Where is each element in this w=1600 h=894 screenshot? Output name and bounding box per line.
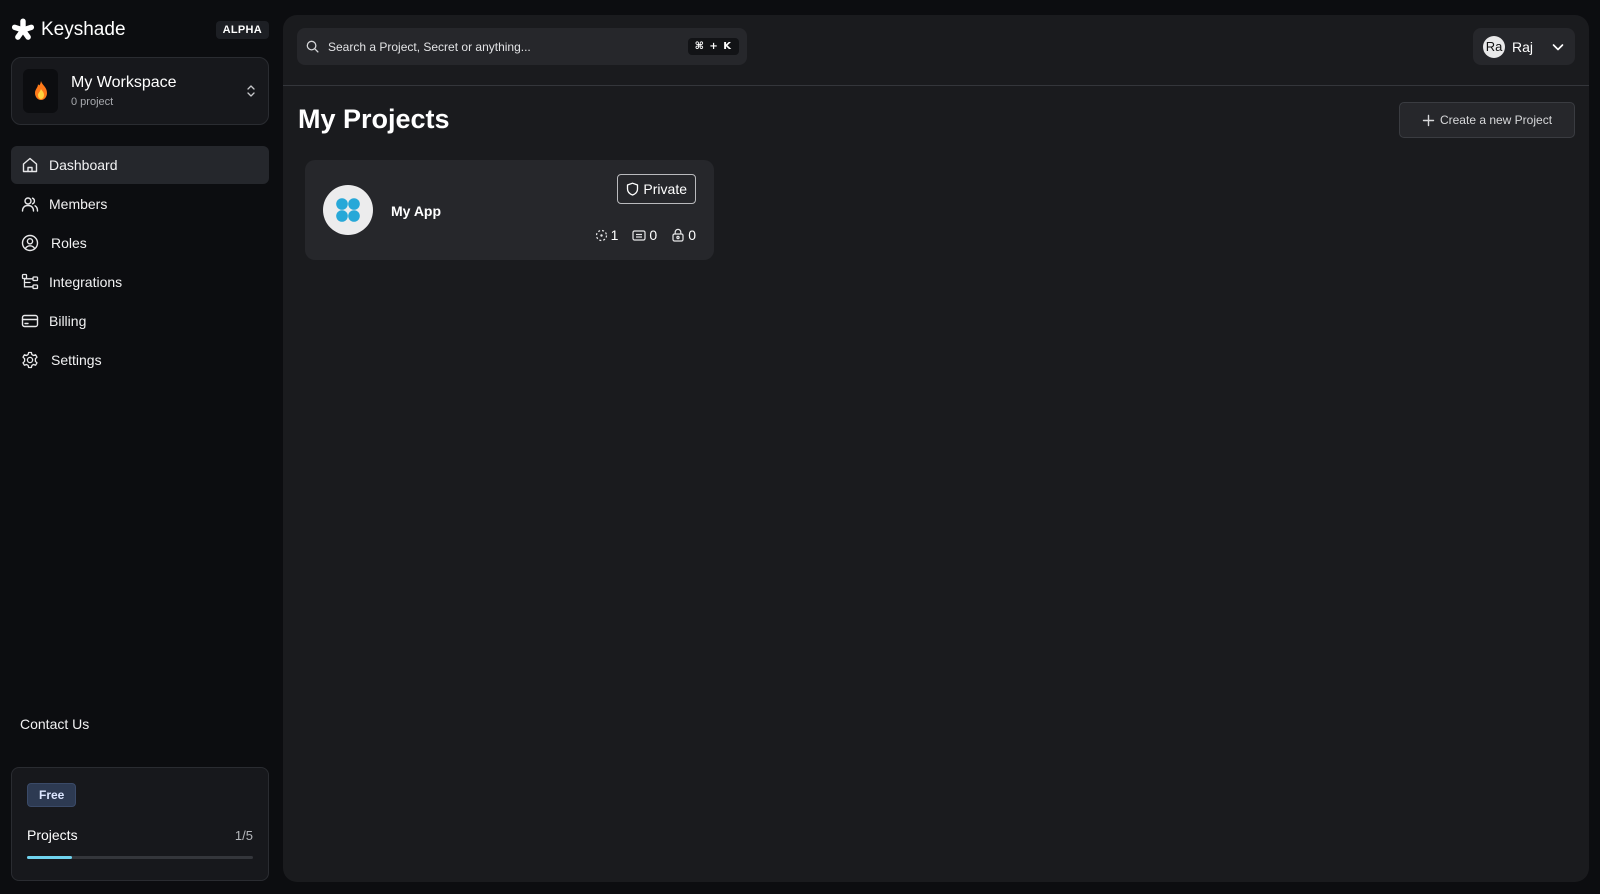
project-stats: 1 0 0: [595, 227, 696, 243]
fire-emoji-icon: [23, 69, 58, 113]
users-icon: [21, 197, 39, 212]
sidebar-item-label: Settings: [51, 352, 102, 368]
search-bar[interactable]: ⌘ + K: [297, 28, 747, 65]
home-icon: [22, 157, 38, 173]
environments-stat: 1: [595, 227, 619, 243]
environment-icon: [595, 229, 607, 241]
sidebar-nav: Dashboard Members Roles Integrations Bil…: [11, 146, 269, 380]
workspace-name: My Workspace: [71, 74, 177, 91]
sidebar-item-label: Roles: [51, 235, 87, 251]
search-input[interactable]: [326, 38, 688, 55]
plan-progress-bar: [27, 856, 253, 859]
project-card[interactable]: My App Private 1 0 0: [305, 160, 714, 260]
brand-name[interactable]: Keyshade: [41, 19, 126, 41]
brand: Keyshade ALPHA: [11, 16, 269, 44]
sidebar-item-label: Billing: [49, 313, 87, 329]
sidebar-item-settings[interactable]: Settings: [11, 341, 269, 379]
sidebar-item-label: Integrations: [49, 274, 123, 290]
user-name: Raj: [1512, 38, 1534, 55]
variable-icon: [632, 229, 647, 241]
sidebar: Keyshade ALPHA My Workspace 0 project Da…: [0, 0, 282, 894]
shield-icon: [627, 182, 639, 196]
visibility-badge: Private: [617, 174, 696, 204]
plan-badge: Free: [27, 783, 77, 807]
variables-stat: 0: [632, 227, 657, 243]
sidebar-item-billing[interactable]: Billing: [11, 302, 269, 340]
gear-icon: [22, 351, 38, 369]
integrations-icon: [21, 273, 39, 290]
chevron-down-icon: [1552, 43, 1564, 50]
plus-icon: [1422, 114, 1435, 126]
environments-count: 1: [610, 227, 619, 243]
secrets-count: 0: [688, 227, 696, 243]
workspace-project-count: 0 project: [71, 96, 114, 108]
alpha-badge: ALPHA: [215, 21, 269, 39]
plan-projects-label: Projects: [27, 827, 78, 843]
sidebar-item-dashboard[interactable]: Dashboard: [11, 146, 269, 184]
plan-usage-card: Free Projects 1/5: [11, 767, 269, 881]
secrets-stat: 0: [671, 227, 696, 243]
workspace-switcher[interactable]: My Workspace 0 project: [11, 57, 269, 125]
plan-progress-fill: [27, 856, 73, 859]
user-menu-button[interactable]: Ra Raj: [1473, 28, 1575, 65]
project-name: My App: [391, 203, 442, 219]
page-title: My Projects: [298, 104, 450, 134]
chevron-up-down-icon: [245, 84, 257, 98]
main-panel: ⌘ + K Ra Raj My Projects Create a new Pr…: [283, 15, 1589, 882]
contact-us-link[interactable]: Contact Us: [20, 716, 89, 732]
sidebar-item-label: Dashboard: [49, 157, 118, 173]
search-shortcut-hint: ⌘ + K: [687, 38, 739, 55]
sidebar-item-label: Members: [49, 196, 108, 212]
plan-projects-count: 1/5: [234, 828, 253, 843]
sidebar-item-members[interactable]: Members: [11, 185, 269, 223]
lock-icon: [672, 228, 684, 242]
sidebar-item-integrations[interactable]: Integrations: [11, 263, 269, 301]
create-project-button[interactable]: Create a new Project: [1399, 102, 1575, 138]
visibility-label: Private: [643, 181, 687, 197]
avatar: Ra: [1483, 35, 1505, 58]
credit-card-icon: [21, 314, 39, 328]
keyshade-logo-icon[interactable]: [11, 18, 35, 42]
header-divider: [283, 85, 1589, 86]
project-logo-icon: [323, 185, 373, 235]
user-circle-icon: [21, 234, 39, 252]
create-project-label: Create a new Project: [1439, 113, 1553, 127]
sidebar-item-roles[interactable]: Roles: [11, 224, 269, 262]
search-icon: [306, 40, 319, 53]
variables-count: 0: [649, 227, 658, 243]
